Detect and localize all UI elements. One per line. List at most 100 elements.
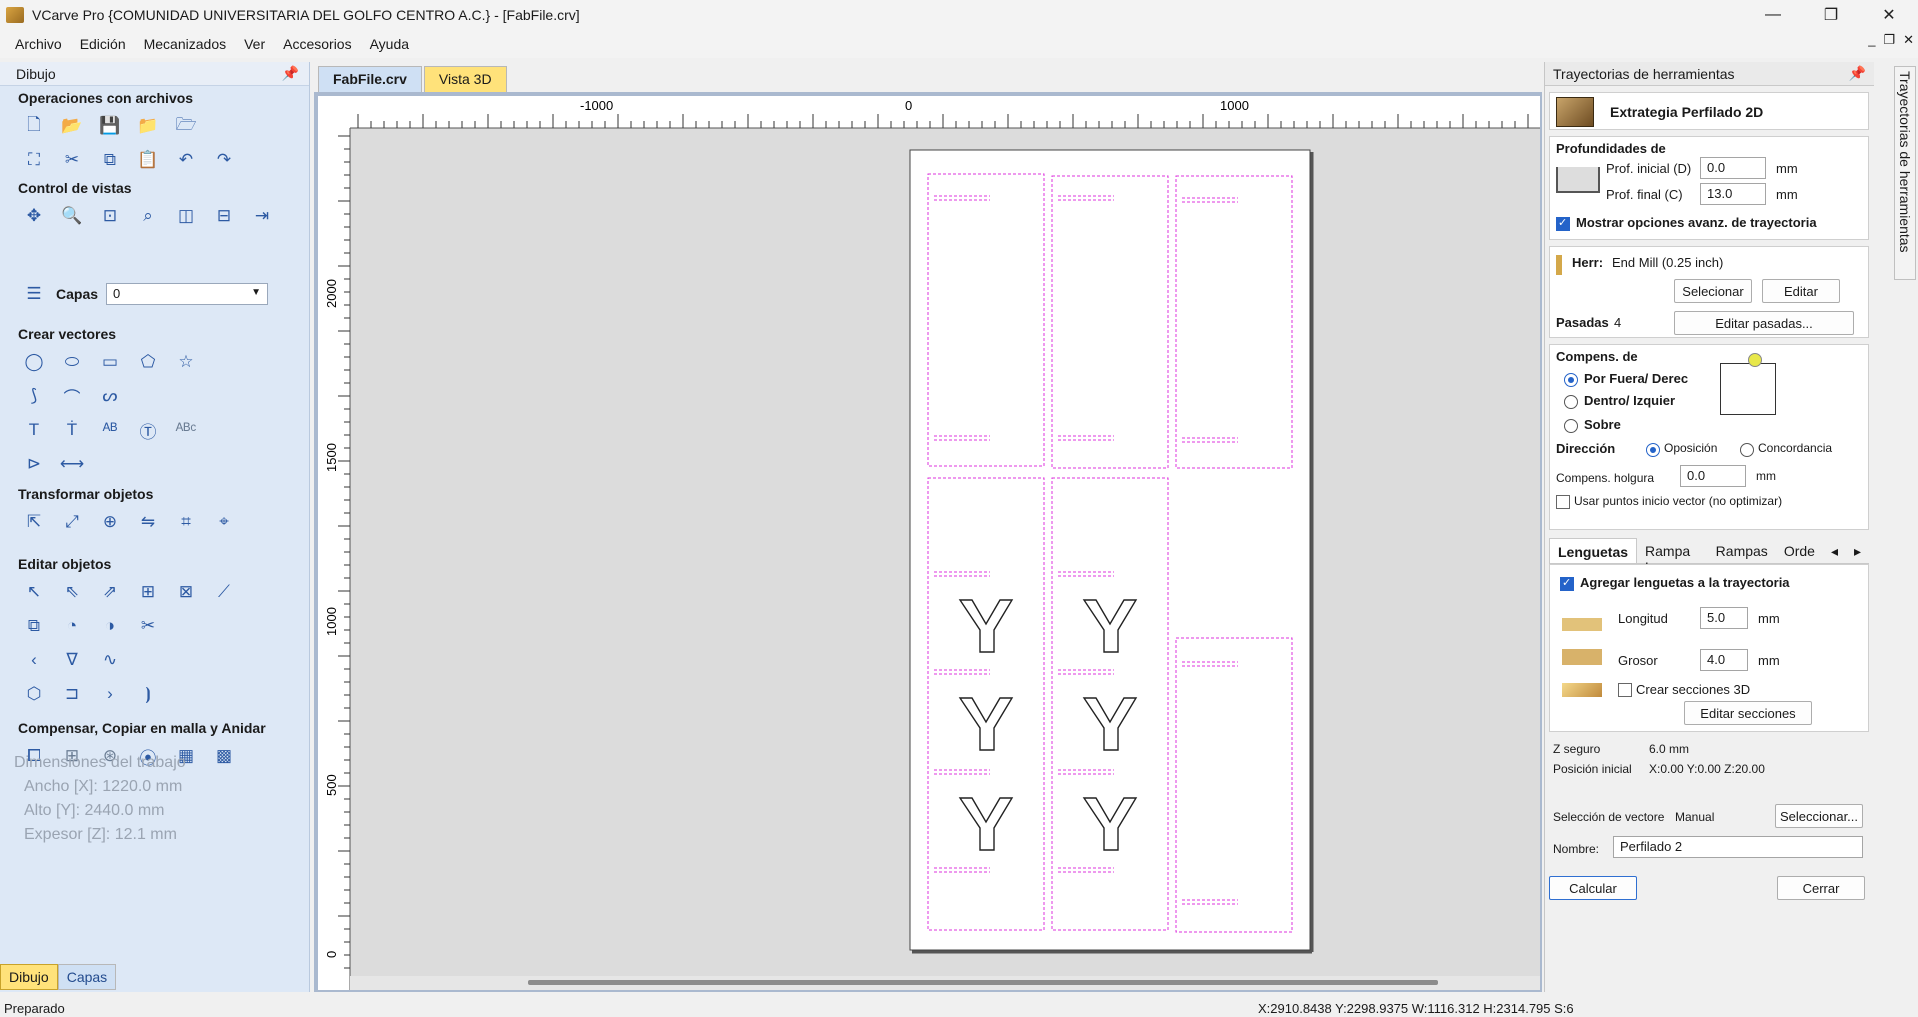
layers-select[interactable]: 0: [106, 283, 269, 305]
edit-passes-button[interactable]: Editar pasadas...: [1674, 311, 1854, 335]
star-icon[interactable]: ☆: [172, 348, 200, 376]
cut-icon[interactable]: ✂: [58, 146, 86, 174]
panel-pin-icon[interactable]: 📌: [1849, 65, 1866, 82]
ungroup-icon[interactable]: ⊠: [172, 578, 200, 606]
import-image-icon[interactable]: 🗁: [172, 112, 200, 140]
pin-icon[interactable]: 📌: [282, 65, 299, 82]
join-curve-icon[interactable]: ⦘: [134, 680, 162, 708]
minimize-icon[interactable]: —: [1744, 0, 1802, 30]
sections-3d-checkbox[interactable]: [1618, 683, 1632, 697]
select-vectors-button[interactable]: Seleccionar...: [1775, 804, 1863, 828]
tab-fabfile[interactable]: FabFile.crv: [318, 66, 422, 92]
select-icon[interactable]: ↖: [20, 578, 48, 606]
canvas-svg[interactable]: -1000 0 1000 2000 1500 1000 500 0: [318, 96, 1540, 990]
copy-icon[interactable]: ⧉: [96, 146, 124, 174]
select-tool-button[interactable]: Selecionar: [1674, 279, 1752, 303]
ellipse-icon[interactable]: ⬭: [58, 348, 86, 376]
new-file-icon[interactable]: 🗋: [20, 112, 48, 140]
weld-icon[interactable]: ⧉: [20, 612, 48, 640]
layout-icon[interactable]: ⇥: [248, 202, 276, 230]
zoom-fit-icon[interactable]: ⊡: [96, 202, 124, 230]
save-file-icon[interactable]: 💾: [96, 112, 124, 140]
mdi-restore-icon[interactable]: ❐: [1883, 32, 1895, 48]
group-icon[interactable]: ⊞: [134, 578, 162, 606]
tab-length-input[interactable]: 5.0: [1700, 607, 1748, 629]
drawing-canvas[interactable]: -1000 0 1000 2000 1500 1000 500 0: [318, 96, 1540, 990]
tab-scroll-left-icon[interactable]: ◂: [1823, 538, 1846, 563]
node-edit-icon[interactable]: ⇖: [58, 578, 86, 606]
text-icon[interactable]: T: [20, 416, 48, 444]
mdi-minimize-icon[interactable]: _: [1868, 32, 1875, 48]
extend-icon[interactable]: ‹: [20, 646, 48, 674]
scale-icon[interactable]: ⤢: [58, 508, 86, 536]
start-depth-input[interactable]: 0.0: [1700, 157, 1766, 179]
offset-outside-radio[interactable]: [1564, 373, 1578, 387]
advanced-options-checkbox[interactable]: [1556, 216, 1570, 231]
join-open-icon[interactable]: ›: [96, 680, 124, 708]
join-icon[interactable]: ⊐: [58, 680, 86, 708]
calculate-button[interactable]: Calcular: [1549, 876, 1637, 900]
offset-on-radio[interactable]: [1564, 419, 1578, 433]
center-icon[interactable]: ⌖: [210, 508, 238, 536]
tab-capas[interactable]: Capas: [57, 964, 117, 990]
paste-icon[interactable]: 📋: [134, 146, 162, 174]
tab-rampa-l[interactable]: Rampa L.: [1637, 538, 1708, 575]
interactive-icon[interactable]: ⇗: [96, 578, 124, 606]
text-box-icon[interactable]: Ṫ: [58, 416, 86, 444]
toolpaths-vertical-tab[interactable]: Trayectorias de herramientas: [1894, 66, 1916, 280]
trim-icon[interactable]: ✂: [134, 612, 162, 640]
view-mode-icon[interactable]: ◫: [172, 202, 200, 230]
tab-scroll-right-icon[interactable]: ▸: [1846, 538, 1869, 563]
move-icon[interactable]: ⇱: [20, 508, 48, 536]
undo-icon[interactable]: ↶: [172, 146, 200, 174]
direction-conventional-radio[interactable]: [1646, 443, 1660, 457]
toolpath-name-input[interactable]: Perfilado 2: [1613, 836, 1863, 858]
select-all-icon[interactable]: ⛶: [20, 146, 48, 174]
fillet-tool-icon[interactable]: ∇: [58, 646, 86, 674]
close-button[interactable]: Cerrar: [1777, 876, 1865, 900]
edit-sections-button[interactable]: Editar secciones: [1684, 701, 1812, 725]
fillet-icon[interactable]: ⊳: [20, 450, 48, 478]
subtract-icon[interactable]: ◔: [58, 612, 86, 640]
distort-icon[interactable]: ⌗: [172, 508, 200, 536]
polyline-icon[interactable]: ⟆: [20, 382, 48, 410]
circle-icon[interactable]: ◯: [20, 348, 48, 376]
start-points-checkbox[interactable]: [1556, 495, 1570, 509]
text-on-curve-icon[interactable]: ᴬᴮ: [96, 416, 124, 444]
restore-icon[interactable]: ❐: [1802, 0, 1860, 30]
rectangle-icon[interactable]: ▭: [96, 348, 124, 376]
import-vectors-icon[interactable]: 📁: [134, 112, 162, 140]
polygon-icon[interactable]: ⬠: [134, 348, 162, 376]
menu-edicion[interactable]: Edición: [71, 36, 135, 52]
tab-vista-3d[interactable]: Vista 3D: [423, 66, 507, 92]
tab-lenguetas[interactable]: Lenguetas: [1549, 538, 1638, 563]
menu-accesorios[interactable]: Accesorios: [274, 36, 360, 52]
curve-icon[interactable]: ᔕ: [96, 382, 124, 410]
menu-ver[interactable]: Ver: [235, 36, 274, 52]
allowance-input[interactable]: 0.0: [1680, 465, 1746, 487]
menu-ayuda[interactable]: Ayuda: [361, 36, 418, 52]
arc-icon[interactable]: ⌒: [58, 382, 86, 410]
mdi-close-icon[interactable]: ✕: [1903, 32, 1914, 48]
mirror-icon[interactable]: ⇋: [134, 508, 162, 536]
direction-climb-radio[interactable]: [1740, 443, 1754, 457]
close-icon[interactable]: ✕: [1860, 0, 1918, 30]
tab-rampas[interactable]: Rampas: [1708, 538, 1776, 563]
tab-dibujo[interactable]: Dibujo: [0, 964, 58, 990]
menu-mecanizados[interactable]: Mecanizados: [135, 36, 236, 52]
smooth-icon[interactable]: ∿: [96, 646, 124, 674]
tab-orden[interactable]: Orde: [1776, 538, 1823, 563]
offset-inside-radio[interactable]: [1564, 395, 1578, 409]
align-icon[interactable]: ⊕: [96, 508, 124, 536]
scrollbar-thumb[interactable]: [528, 980, 1438, 985]
end-depth-input[interactable]: 13.0: [1700, 183, 1766, 205]
dimension-icon[interactable]: ⟷: [58, 450, 86, 478]
redo-icon[interactable]: ↷: [210, 146, 238, 174]
intersect-icon[interactable]: ◑: [96, 612, 124, 640]
add-tabs-checkbox[interactable]: [1560, 576, 1574, 591]
text-abc-icon[interactable]: ᴬᴮᶜ: [172, 416, 200, 444]
split-view-icon[interactable]: ⊟: [210, 202, 238, 230]
text-fit-icon[interactable]: Ⓣ: [134, 416, 162, 444]
nest-parts-icon[interactable]: ▩: [210, 742, 238, 770]
open-file-icon[interactable]: 📂: [58, 112, 86, 140]
